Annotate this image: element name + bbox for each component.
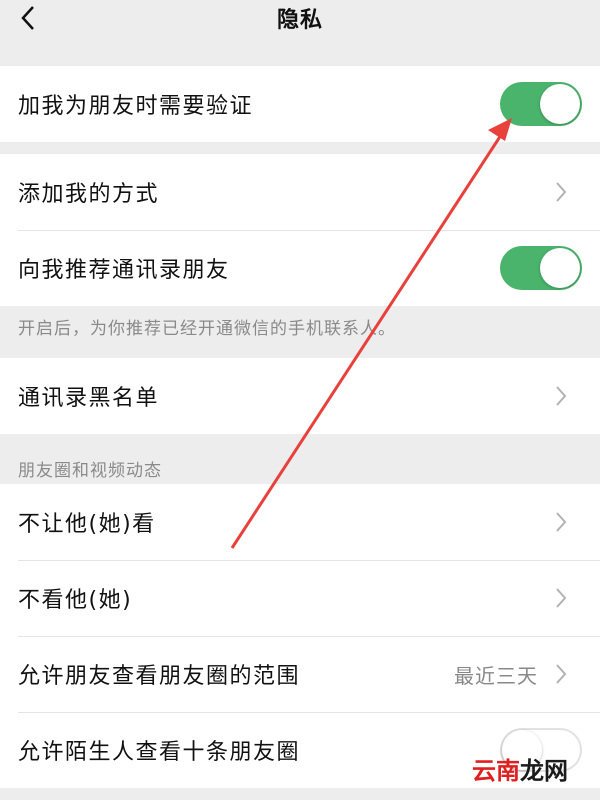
- watermark-text-red: 云南: [472, 757, 520, 785]
- group-verification: 加我为朋友时需要验证: [0, 66, 600, 142]
- row-label: 允许朋友查看朋友圈的范围: [18, 664, 301, 689]
- row-label: 不看他(她): [18, 588, 133, 613]
- row-label: 添加我的方式: [18, 182, 160, 207]
- watermark-logo: 云南龙网: [472, 751, 568, 786]
- group-blacklist: 通讯录黑名单: [0, 358, 600, 434]
- row-label: 向我推荐通讯录朋友: [18, 258, 230, 283]
- nav-bar: 隐私: [0, 0, 600, 40]
- row-friend-verification: 加我为朋友时需要验证: [0, 66, 600, 142]
- row-label: 加我为朋友时需要验证: [18, 94, 254, 119]
- row-recommend-contacts: 向我推荐通讯录朋友: [0, 230, 600, 306]
- moments-range-value: 最近三天: [454, 663, 538, 688]
- row-dont-see[interactable]: 不看他(她): [0, 560, 600, 636]
- chevron-right-icon: [556, 512, 567, 532]
- chevron-right-icon: [556, 664, 567, 684]
- row-label: 通讯录黑名单: [18, 386, 160, 411]
- chevron-right-icon: [556, 588, 567, 608]
- page-title: 隐私: [276, 8, 323, 33]
- chevron-right-icon: [556, 386, 567, 406]
- toggle-knob: [540, 84, 580, 124]
- row-label: 允许陌生人查看十条朋友圈: [18, 740, 301, 765]
- recommend-contacts-toggle[interactable]: [500, 246, 582, 290]
- group-add-methods: 添加我的方式 向我推荐通讯录朋友: [0, 154, 600, 306]
- row-hide-from[interactable]: 不让他(她)看: [0, 484, 600, 560]
- row-moments-range[interactable]: 允许朋友查看朋友圈的范围 最近三天: [0, 636, 600, 712]
- chevron-right-icon: [556, 182, 567, 202]
- toggle-knob: [540, 248, 580, 288]
- row-add-methods[interactable]: 添加我的方式: [0, 154, 600, 230]
- row-label: 不让他(她)看: [18, 512, 156, 537]
- group-moments: 不让他(她)看 不看他(她) 允许朋友查看朋友圈的范围 最近三天 允许陌生人查看…: [0, 484, 600, 788]
- row-contacts-blacklist[interactable]: 通讯录黑名单: [0, 358, 600, 434]
- watermark-text-black: 龙网: [520, 757, 568, 785]
- section-title-moments: 朋友圈和视频动态: [18, 461, 162, 481]
- verification-toggle[interactable]: [500, 82, 582, 126]
- recommend-note: 开启后，为你推荐已经开通微信的手机联系人。: [18, 319, 396, 339]
